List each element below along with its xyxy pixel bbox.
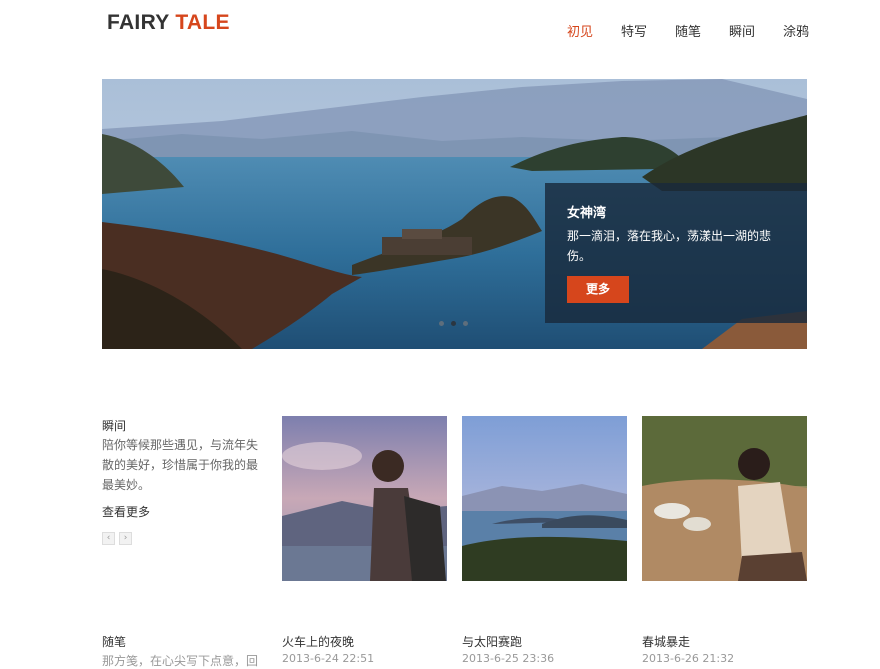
main-nav: 初见 特写 随笔 瞬间 涂鸦 (0, 21, 880, 41)
slider-dot-2[interactable] (451, 321, 456, 326)
slider-dot-3[interactable] (463, 321, 468, 326)
slider-dot-1[interactable] (439, 321, 444, 326)
nav-item-shunjian[interactable]: 瞬间 (729, 21, 755, 40)
hero-title: 女神湾 (567, 206, 607, 221)
post-title-2[interactable]: 与太阳赛跑 (462, 633, 522, 650)
post-date-3: 2013-6-26 21:32 (642, 652, 735, 665)
hero-more-button[interactable]: 更多 (567, 276, 629, 303)
lake-islands-image (462, 416, 627, 581)
photo-thumb-race-sun[interactable] (462, 416, 627, 581)
man-backpack-image (282, 416, 447, 581)
nav-item-texie[interactable]: 特写 (621, 21, 647, 40)
post-title-3[interactable]: 春城暴走 (642, 633, 690, 650)
nav-item-suibi[interactable]: 随笔 (675, 21, 701, 40)
moments-title: 瞬间 (102, 419, 127, 433)
photo-thumb-train-night[interactable] (282, 416, 447, 581)
post-title-1[interactable]: 火车上的夜晚 (282, 633, 354, 650)
nav-item-tuya[interactable]: 涂鸦 (783, 21, 809, 40)
post-date-1: 2013-6-24 22:51 (282, 652, 375, 665)
girl-geese-image (642, 416, 807, 581)
essays-title: 随笔 (102, 635, 127, 649)
hero-slider[interactable]: 女神湾 那一滴泪，落在我心，荡漾出一湖的悲伤。 更多 (102, 79, 807, 349)
essays-text: 那方笺，在心尖写下点意，回 (102, 654, 259, 668)
moments-more-link[interactable]: 查看更多 (102, 503, 150, 520)
nav-item-chujian[interactable]: 初见 (567, 21, 593, 40)
prev-arrow-icon[interactable]: ‹ (102, 532, 115, 545)
photo-thumb-spring-city[interactable] (642, 416, 807, 581)
post-date-2: 2013-6-25 23:36 (462, 652, 555, 665)
moments-text: 陪你等候那些遇见，与流年失散的美好，珍惜属于你我的最最美妙。 (102, 438, 259, 492)
next-arrow-icon[interactable]: › (119, 532, 132, 545)
hero-caption: 女神湾 那一滴泪，落在我心，荡漾出一湖的悲伤。 更多 (545, 183, 807, 323)
hero-text: 那一滴泪，落在我心，荡漾出一湖的悲伤。 (567, 229, 772, 263)
